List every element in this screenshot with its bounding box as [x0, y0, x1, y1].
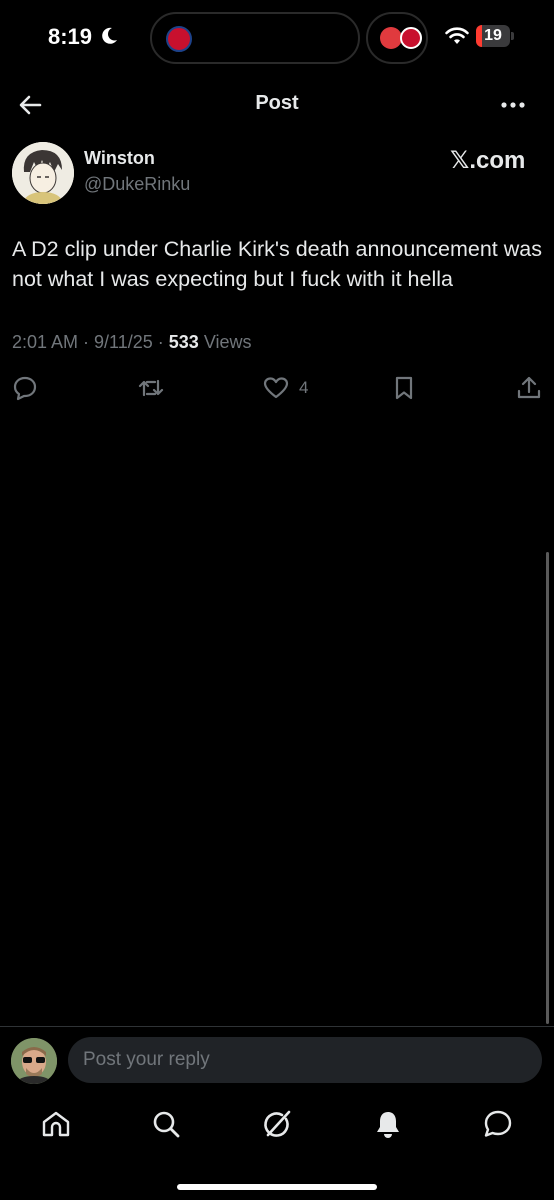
home-icon	[42, 1111, 70, 1137]
post-date[interactable]: 9/11/25	[94, 332, 153, 352]
author-avatar[interactable]	[12, 142, 74, 204]
reply-button[interactable]	[12, 374, 38, 402]
reply-input[interactable]	[68, 1037, 542, 1083]
x-com-watermark: 𝕏.com	[450, 146, 526, 174]
heart-icon	[263, 377, 289, 399]
share-button[interactable]	[516, 374, 542, 402]
tab-grok[interactable]	[261, 1108, 293, 1140]
pistons-logo-icon	[400, 27, 422, 49]
grok-icon	[264, 1110, 291, 1137]
repost-button[interactable]	[138, 374, 164, 402]
views-label: Views	[203, 332, 252, 352]
meta-separator: ·	[152, 332, 169, 352]
like-button[interactable]: 4	[263, 374, 308, 402]
share-icon	[517, 376, 541, 399]
page-title: Post	[255, 92, 299, 114]
bookmark-icon	[395, 376, 413, 400]
battery-indicator: 19	[476, 25, 514, 47]
hawks-logo-icon	[380, 27, 402, 49]
status-time: 8:19	[48, 24, 93, 49]
x-logo-icon: 𝕏	[450, 146, 470, 174]
battery-level: 19	[484, 27, 502, 44]
tab-home[interactable]	[40, 1108, 72, 1140]
author-name[interactable]: Winston	[84, 148, 155, 169]
like-count: 4	[299, 378, 309, 397]
scrollbar[interactable]	[546, 552, 549, 1024]
tab-search[interactable]	[150, 1108, 182, 1140]
user-avatar[interactable]	[11, 1038, 57, 1084]
wifi-icon	[445, 27, 469, 44]
post-time[interactable]: 2:01 AM	[12, 332, 78, 352]
repost-icon	[138, 379, 164, 397]
tab-notifications[interactable]	[372, 1108, 404, 1140]
moon-icon	[102, 27, 117, 44]
divider	[0, 1026, 554, 1027]
dynamic-island[interactable]	[150, 12, 360, 64]
author-handle[interactable]: @DukeRinku	[84, 174, 190, 195]
more-options-icon[interactable]	[496, 90, 530, 120]
meta-separator: ·	[78, 332, 95, 352]
bookmark-button[interactable]	[391, 374, 417, 402]
status-bar: 8:19 19	[0, 0, 554, 76]
pistons-logo-icon	[166, 26, 192, 52]
search-icon	[153, 1111, 180, 1138]
post-metadata: 2:01 AM · 9/11/25 · 533 Views	[12, 332, 252, 353]
tab-messages[interactable]	[482, 1108, 514, 1140]
reply-icon	[13, 376, 37, 401]
post-text: A D2 clip under Charlie Kirk's death ann…	[12, 237, 542, 291]
home-indicator[interactable]	[177, 1184, 377, 1190]
messages-icon	[484, 1110, 512, 1137]
views-count: 533	[168, 332, 199, 352]
live-activity-pill[interactable]	[366, 12, 428, 64]
notifications-icon	[377, 1112, 399, 1138]
